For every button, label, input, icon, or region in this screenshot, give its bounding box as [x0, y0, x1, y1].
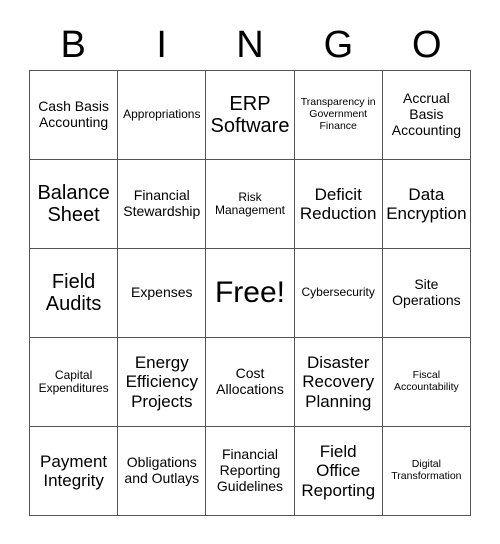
bingo-cell-o2[interactable]: Data Encryption [382, 160, 470, 248]
bingo-cell-i4[interactable]: Energy Efficiency Projects [118, 338, 206, 426]
bingo-cell-label: Energy Efficiency Projects [125, 353, 199, 411]
bingo-cell-i5[interactable]: Obligations and Outlays [118, 427, 206, 515]
header-letter-o: O [412, 24, 442, 66]
bingo-cell-label: Cash Basis Accounting [38, 98, 109, 130]
bingo-cell-label: Appropriations [123, 107, 201, 122]
bingo-cell-label: Fiscal Accountability [393, 369, 459, 393]
bingo-cell-n5[interactable]: Financial Reporting Guidelines [206, 427, 294, 515]
bingo-header-letters: B I N G O [29, 20, 471, 70]
header-letter-b: B [60, 24, 86, 66]
bingo-cell-label: Payment Integrity [40, 451, 108, 490]
bingo-cell-i2[interactable]: Financial Stewardship [118, 160, 206, 248]
bingo-cell-o1[interactable]: Accrual Basis Accounting [382, 71, 470, 159]
bingo-cell-o5[interactable]: Digital Transformation [382, 427, 470, 515]
bingo-card: B I N G O Cash Basis Accounting Appropri… [0, 0, 500, 544]
bingo-cell-label: Field Office Reporting [301, 442, 376, 500]
bingo-cell-b3[interactable]: Field Audits [30, 249, 118, 337]
bingo-cell-label: ERP Software [210, 92, 290, 137]
bingo-cell-label: Cost Allocations [216, 365, 284, 397]
bingo-cell-n2[interactable]: Risk Management [206, 160, 294, 248]
bingo-cell-i3[interactable]: Expenses [118, 249, 206, 337]
bingo-cell-g3[interactable]: Cybersecurity [294, 249, 382, 337]
bingo-cell-label: Balance Sheet [37, 181, 110, 226]
bingo-cell-label: Disaster Recovery Planning [302, 353, 375, 411]
bingo-cell-i1[interactable]: Appropriations [118, 71, 206, 159]
bingo-cell-label: Risk Management [214, 189, 286, 217]
bingo-cell-label: Capital Expenditures [38, 367, 109, 395]
bingo-cell-label: Accrual Basis Accounting [391, 90, 462, 138]
bingo-cell-label: Data Encryption [386, 184, 467, 223]
bingo-cell-label: Financial Reporting Guidelines [216, 446, 284, 494]
bingo-cell-label: Field Audits [45, 270, 102, 315]
bingo-cell-o4[interactable]: Fiscal Accountability [382, 338, 470, 426]
bingo-cell-label: Financial Stewardship [123, 187, 201, 219]
bingo-cell-b5[interactable]: Payment Integrity [30, 427, 118, 515]
bingo-cell-label: Deficit Reduction [299, 184, 377, 223]
bingo-cell-g4[interactable]: Disaster Recovery Planning [294, 338, 382, 426]
bingo-cell-b1[interactable]: Cash Basis Accounting [30, 71, 118, 159]
bingo-cell-g1[interactable]: Transparency in Government Finance [294, 71, 382, 159]
bingo-cell-label: Transparency in Government Finance [300, 96, 376, 132]
bingo-cell-n1[interactable]: ERP Software [206, 71, 294, 159]
bingo-cell-free-space[interactable]: Free! [206, 249, 294, 337]
bingo-cell-b4[interactable]: Capital Expenditures [30, 338, 118, 426]
free-space-label: Free! [214, 276, 285, 310]
bingo-cell-label: Digital Transformation [391, 458, 462, 482]
header-letter-g: G [323, 24, 354, 66]
bingo-cell-g2[interactable]: Deficit Reduction [294, 160, 382, 248]
bingo-cell-n4[interactable]: Cost Allocations [206, 338, 294, 426]
bingo-cell-g5[interactable]: Field Office Reporting [294, 427, 382, 515]
bingo-cell-b2[interactable]: Balance Sheet [30, 160, 118, 248]
bingo-cell-label: Site Operations [392, 276, 461, 308]
bingo-grid: Cash Basis Accounting Appropriations ERP… [29, 70, 471, 516]
bingo-cell-label: Expenses [131, 284, 193, 301]
header-letter-i: I [156, 24, 167, 66]
bingo-cell-label: Obligations and Outlays [124, 454, 200, 486]
bingo-cell-label: Cybersecurity [301, 285, 375, 300]
header-letter-n: N [236, 24, 264, 66]
bingo-cell-o3[interactable]: Site Operations [382, 249, 470, 337]
